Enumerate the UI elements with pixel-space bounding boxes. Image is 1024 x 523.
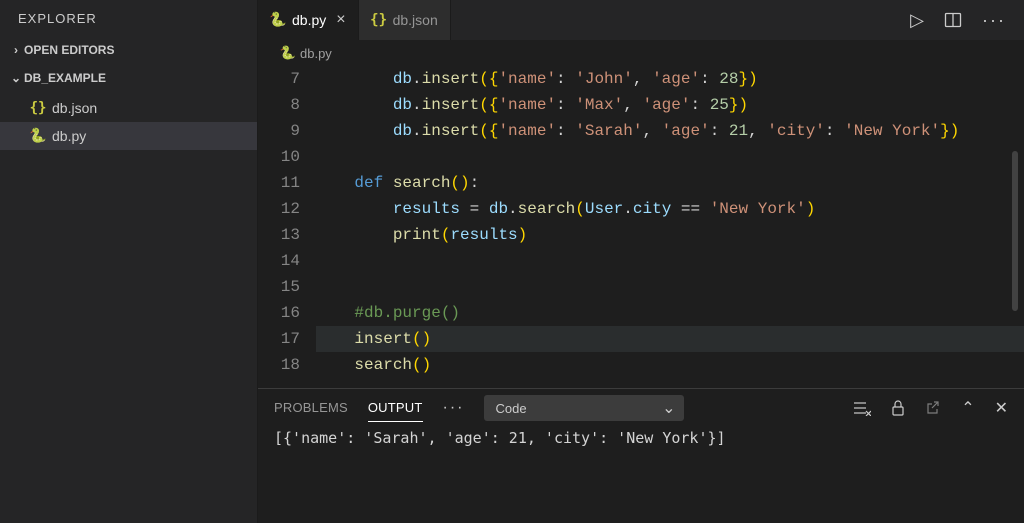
output-channel-select[interactable]: Code	[484, 395, 684, 421]
editor-tab[interactable]: {} db.json	[359, 0, 451, 40]
lock-scroll-icon[interactable]	[891, 400, 905, 416]
folder-label: DB_EXAMPLE	[24, 71, 106, 85]
py-file-icon: 🐍	[28, 128, 48, 144]
editor-tab[interactable]: 🐍 db.py ×	[258, 0, 359, 40]
split-editor-icon[interactable]	[944, 11, 962, 29]
file-tree: {}db.json🐍db.py	[0, 92, 257, 152]
breadcrumb-label: db.py	[300, 46, 332, 61]
folder-section[interactable]: ⌄ DB_EXAMPLE	[0, 64, 257, 92]
explorer-sidebar: EXPLORER › OPEN EDITORS ⌄ DB_EXAMPLE {}d…	[0, 0, 258, 523]
explorer-title: EXPLORER	[0, 0, 257, 36]
file-tree-item-label: db.json	[52, 100, 97, 116]
line-gutter: 789101112131415161718	[258, 66, 316, 378]
more-actions-icon[interactable]: ···	[982, 10, 1006, 31]
bottom-panel: PROBLEMS OUTPUT ··· Code ⌃ ✕	[258, 388, 1024, 523]
panel-tab[interactable]: PROBLEMS	[274, 394, 348, 422]
file-tree-item[interactable]: {}db.json	[0, 94, 257, 122]
output-channel-value: Code	[495, 401, 526, 416]
panel-tabs: PROBLEMS OUTPUT ··· Code ⌃ ✕	[258, 389, 1024, 427]
tabs-actions: ▷ ···	[892, 0, 1024, 40]
py-file-icon: 🐍	[270, 12, 286, 28]
close-panel-icon[interactable]: ✕	[995, 398, 1008, 418]
json-file-icon: {}	[371, 12, 387, 28]
minimap-scrollbar[interactable]	[1012, 151, 1018, 311]
chevron-right-icon: ›	[8, 43, 24, 57]
chevron-down-icon: ⌄	[8, 71, 24, 85]
close-tab-icon[interactable]: ×	[336, 11, 345, 29]
code-editor[interactable]: 789101112131415161718 db.insert({'name':…	[258, 66, 1024, 388]
editor-tab-label: db.json	[393, 12, 438, 28]
collapse-panel-icon[interactable]: ⌃	[961, 398, 974, 418]
editor-main: 🐍 db.py × {} db.json ▷ ··· 🐍 db.py 789101112…	[258, 0, 1024, 523]
open-editors-section[interactable]: › OPEN EDITORS	[0, 36, 257, 64]
panel-more-icon[interactable]: ···	[443, 399, 465, 417]
json-file-icon: {}	[28, 100, 48, 116]
output-body[interactable]: [{'name': 'Sarah', 'age': 21, 'city': 'N…	[258, 427, 1024, 523]
tabs-row: 🐍 db.py × {} db.json ▷ ···	[258, 0, 1024, 40]
code-content[interactable]: db.insert({'name': 'John', 'age': 28}) d…	[316, 66, 1024, 378]
python-file-icon: 🐍	[280, 46, 296, 61]
breadcrumb[interactable]: 🐍 db.py	[258, 40, 1024, 66]
run-icon[interactable]: ▷	[910, 10, 924, 31]
file-tree-item[interactable]: 🐍db.py	[0, 122, 257, 150]
panel-tab[interactable]: OUTPUT	[368, 394, 423, 422]
open-file-icon[interactable]	[925, 400, 941, 416]
open-editors-label: OPEN EDITORS	[24, 43, 114, 57]
file-tree-item-label: db.py	[52, 128, 86, 144]
clear-output-icon[interactable]	[853, 400, 871, 416]
panel-actions: ⌃ ✕	[853, 398, 1008, 418]
editor-tab-label: db.py	[292, 12, 326, 28]
